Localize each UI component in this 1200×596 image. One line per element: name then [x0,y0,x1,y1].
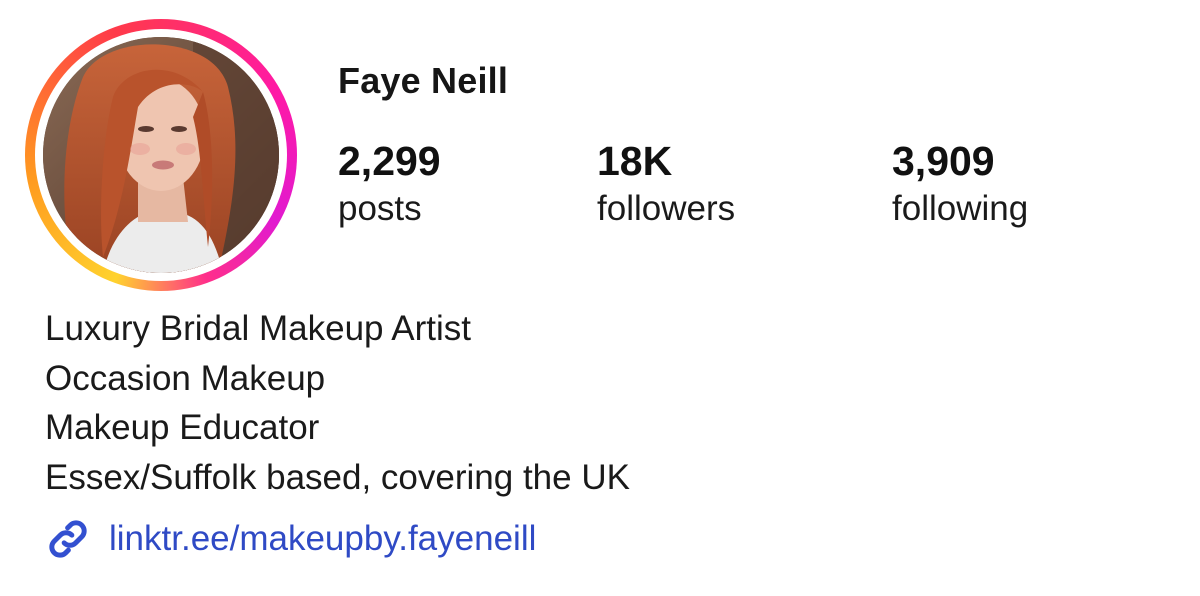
avatar-story-ring[interactable] [25,19,297,291]
stat-followers-label: followers [597,189,736,228]
profile-link[interactable]: linktr.ee/makeupby.fayeneill [45,513,536,565]
bio-line: Makeup Educator [45,408,320,447]
bio-line: Essex/Suffolk based, covering the UK [45,457,630,497]
stat-posts[interactable]: 2,299 posts [338,138,441,234]
link-icon [45,516,91,562]
avatar[interactable] [43,37,279,273]
avatar-ring-gap [35,29,287,281]
avatar-photo [43,37,279,273]
profile-username: Faye Neill [338,60,509,101]
profile-bio: Luxury Bridal Makeup Artist Occasion Mak… [45,304,630,502]
stat-followers[interactable]: 18K followers [597,138,735,234]
stat-following-value: 3,909 [892,138,995,184]
bio-line: Occasion Makeup [45,358,326,398]
stat-posts-label: posts [338,189,422,228]
stat-following-label: following [892,189,1029,228]
bio-line: Luxury Bridal Makeup Artist [45,309,472,348]
stat-followers-value: 18K [597,138,673,184]
profile-link-text: linktr.ee/makeupby.fayeneill [109,519,537,558]
stat-following[interactable]: 3,909 following [892,138,1028,234]
stat-posts-value: 2,299 [338,138,441,184]
